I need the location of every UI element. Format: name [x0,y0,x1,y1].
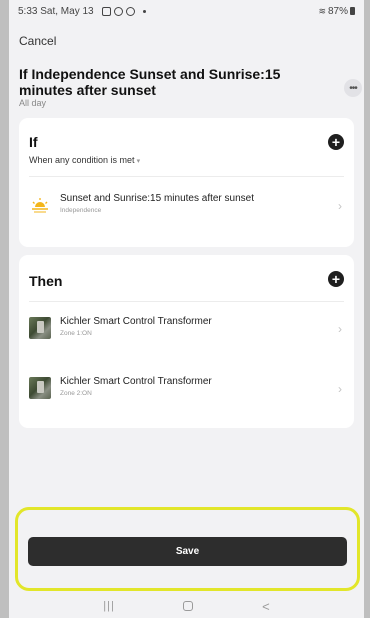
if-card: If + When any condition is met ▾ Sunset a… [19,118,354,247]
system-nav-bar: ||| < [9,594,364,618]
battery-icon [350,7,355,15]
battery-percent: 87% [327,5,348,17]
condition-mode-selector[interactable]: When any condition is met ▾ [29,155,140,165]
add-circle-icon: + [331,271,341,287]
action-title: Kichler Smart Control Transformer [60,376,212,387]
device-thumbnail [29,377,51,399]
notification-icon [113,6,123,16]
condition-subtitle: Independence [60,207,102,214]
save-panel-highlight: Save [15,507,360,591]
chevron-right-icon: › [338,199,342,213]
action-row[interactable]: Kichler Smart Control Transformer Zone 1… [29,313,344,349]
then-card: Then + Kichler Smart Control Transformer… [19,255,354,428]
notification-icon [101,6,111,16]
add-condition-button[interactable]: + [328,134,344,150]
condition-mode-label: When any condition is met [29,155,135,165]
device-thumbnail [29,317,51,339]
action-row[interactable]: Kichler Smart Control Transformer Zone 2… [29,373,344,409]
status-time: 5:33 Sat, May 13 [18,5,94,17]
schedule-subtitle: All day [19,98,47,108]
add-action-button[interactable]: + [328,271,344,287]
status-bar: 5:33 Sat, May 13 ≋ 87% [9,0,364,22]
add-circle-icon: + [331,134,341,150]
cancel-button[interactable]: Cancel [19,34,56,48]
settings-icon [125,6,135,16]
sunset-icon [29,194,51,216]
divider [29,176,344,177]
app-screen: 5:33 Sat, May 13 ≋ 87% Cancel If Indepen… [9,0,364,618]
chevron-right-icon: › [338,382,342,396]
page-title: If Independence Sunset and Sunrise:15 mi… [19,66,281,98]
action-subtitle: Zone 2:ON [60,390,92,397]
divider [29,301,344,302]
condition-row[interactable]: Sunset and Sunrise:15 minutes after suns… [29,190,344,226]
condition-title: Sunset and Sunrise:15 minutes after suns… [60,193,255,204]
home-button[interactable] [183,601,194,611]
then-heading: Then [29,273,63,289]
back-button[interactable]: < [262,599,270,614]
recent-apps-button[interactable]: ||| [103,600,115,612]
more-horizontal-icon[interactable]: ••• [344,79,362,97]
if-heading: If [29,134,38,150]
action-subtitle: Zone 1:ON [60,330,92,337]
action-title: Kichler Smart Control Transformer [60,316,212,327]
dot-icon [142,9,146,13]
chevron-down-icon: ▾ [136,158,141,165]
wifi-icon: ≋ [318,5,326,16]
save-button[interactable]: Save [28,537,347,566]
chevron-right-icon: › [338,322,342,336]
